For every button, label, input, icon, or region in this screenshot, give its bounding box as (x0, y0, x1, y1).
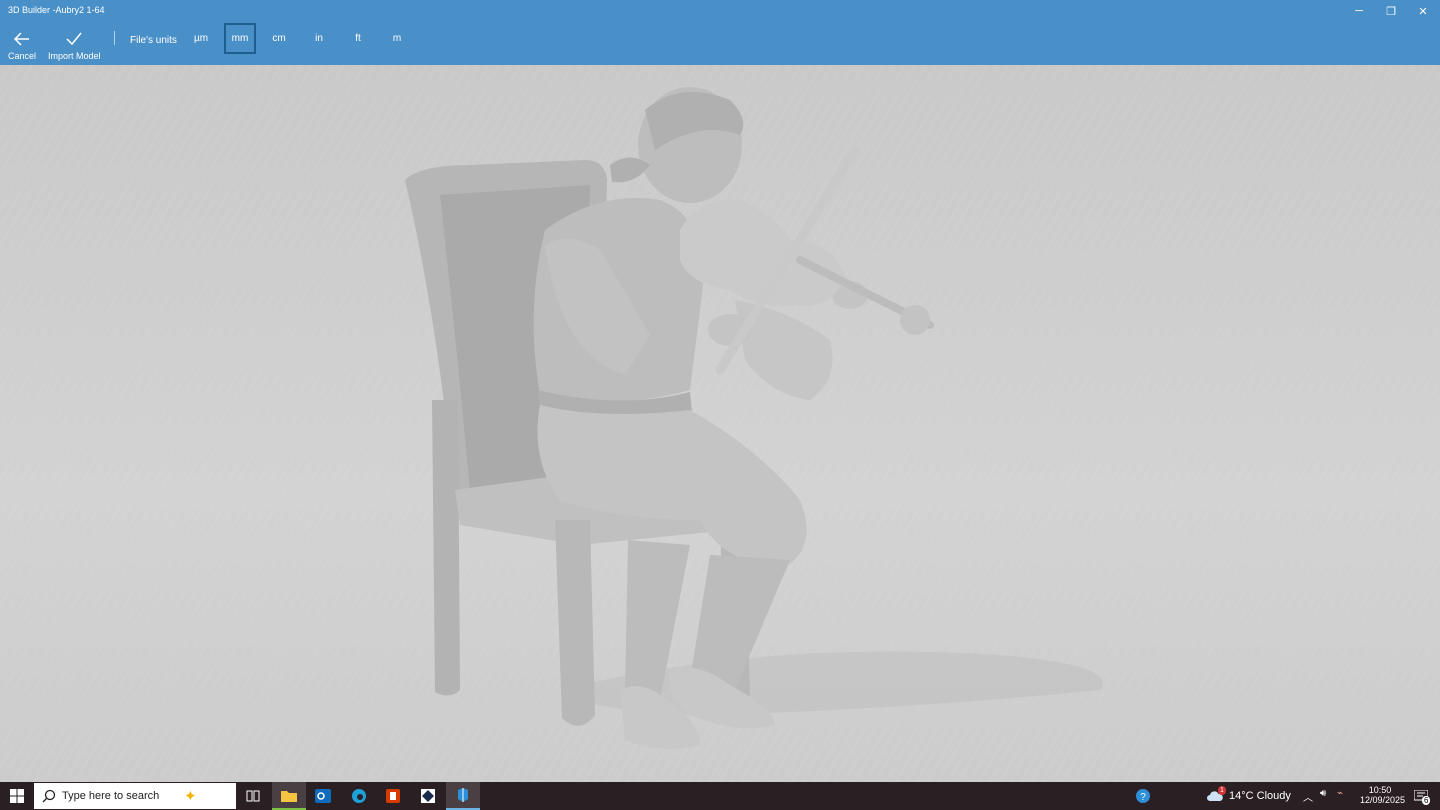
task-view-icon (246, 790, 260, 802)
app-toolbar: 3D Builder -Aubry2 1-64 ─ ❐ ✕ Cancel Imp… (0, 0, 1440, 65)
volume-icon[interactable]: 🔊︎ (1320, 788, 1326, 799)
start-button[interactable] (0, 782, 34, 810)
minimize-button[interactable]: ─ (1344, 2, 1374, 20)
back-arrow-icon (13, 32, 29, 46)
window-title: 3D Builder -Aubry2 1-64 (8, 5, 105, 15)
unit-centimeter-button[interactable]: cm (263, 23, 295, 54)
unit-inch-button[interactable]: in (303, 23, 335, 54)
3d-builder-taskbar-button[interactable] (446, 782, 480, 810)
checkmark-icon (66, 32, 82, 46)
windows-logo-icon (10, 789, 24, 803)
weather-button[interactable]: 1 (1198, 782, 1232, 810)
help-icon: ? (1136, 789, 1150, 803)
svg-text:?: ? (1140, 792, 1146, 803)
import-model-button[interactable]: Import Model (48, 30, 101, 61)
unit-meter-button[interactable]: m (381, 23, 413, 54)
outlook-button[interactable] (306, 782, 340, 810)
clock-date: 12/09/2025 (1360, 795, 1406, 805)
3d-viewport[interactable] (0, 65, 1440, 782)
cad-app-button[interactable] (411, 782, 445, 810)
clock[interactable]: 10:50 12/09/2025 (1360, 785, 1406, 805)
network-icon[interactable]: ⌁ (1337, 788, 1343, 799)
file-explorer-button[interactable] (272, 782, 306, 810)
unit-foot-button[interactable]: ft (342, 23, 374, 54)
file-units-label: File's units (130, 35, 177, 46)
unit-micrometer-button[interactable]: µm (185, 23, 217, 54)
outlook-icon (315, 789, 331, 803)
office-app-button[interactable] (376, 782, 410, 810)
search-highlight-icon: ✦ (184, 788, 197, 805)
cancel-button[interactable]: Cancel (8, 30, 36, 61)
close-button[interactable]: ✕ (1408, 2, 1438, 20)
task-view-button[interactable] (236, 782, 270, 810)
edge-icon (352, 789, 366, 803)
help-tray-button[interactable]: ? (1126, 782, 1160, 810)
search-icon (42, 789, 56, 803)
show-hidden-icons-chevron-icon[interactable]: ︿ (1303, 789, 1313, 804)
notifications-button[interactable]: 6 (1404, 782, 1438, 810)
search-placeholder: Type here to search (62, 790, 160, 802)
violinist-model[interactable] (0, 65, 1440, 782)
restore-button[interactable]: ❐ (1376, 2, 1406, 20)
unit-millimeter-button[interactable]: mm (224, 23, 256, 54)
3d-builder-icon (458, 788, 468, 802)
clock-time: 10:50 (1368, 785, 1392, 795)
windows-taskbar: Type here to search ✦ ? 1 14°C Cloudy ︿ … (0, 782, 1440, 810)
folder-icon (281, 790, 297, 802)
import-model-label: Import Model (48, 51, 101, 61)
office-icon (386, 789, 400, 803)
notification-count-badge: 6 (1422, 796, 1431, 805)
weather-badge: 1 (1218, 786, 1226, 795)
cad-app-icon (421, 789, 435, 803)
toolbar-divider (114, 31, 115, 45)
edge-browser-button[interactable] (342, 782, 376, 810)
weather-text[interactable]: 14°C Cloudy (1229, 790, 1291, 802)
cancel-label: Cancel (8, 51, 37, 61)
taskbar-search-box[interactable]: Type here to search ✦ (34, 783, 236, 809)
